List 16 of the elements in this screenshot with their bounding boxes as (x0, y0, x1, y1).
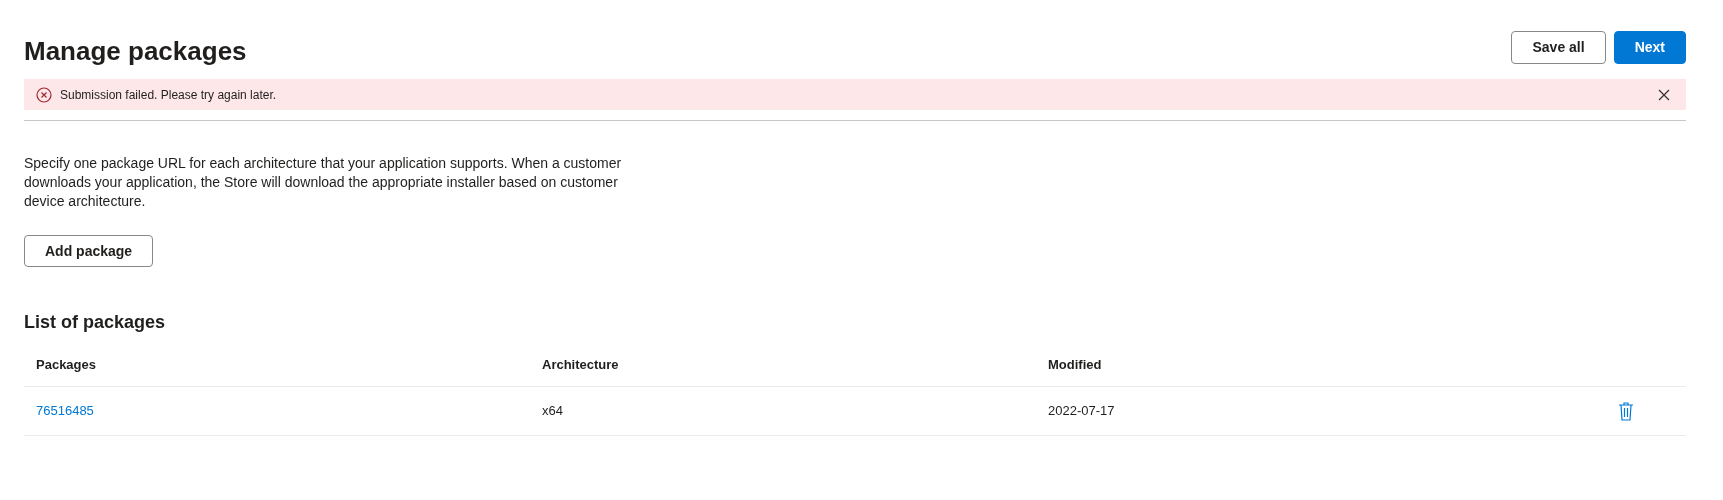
column-header[interactable]: Architecture (542, 355, 619, 375)
description-text: Specify one package URL for each architecture that your application supports. When a customer downloads your application, the Store will download the appropriate installer based on customer device architecture. (24, 154, 623, 211)
close-icon (1658, 88, 1670, 101)
trash-icon (1618, 401, 1634, 421)
column-header[interactable]: Modified (1048, 355, 1102, 375)
add-package-button[interactable]: Add package (24, 235, 154, 267)
table-cell-text: x64 (542, 402, 563, 421)
page-title: Manage packages (24, 35, 247, 68)
section-title: List of packages (24, 311, 167, 334)
package-link[interactable]: 76516485 (36, 401, 94, 421)
next-button[interactable]: Next (1613, 31, 1686, 64)
table-cell-text: 2022-07-17 (1048, 402, 1115, 421)
save-all-button[interactable]: Save all (1511, 31, 1606, 64)
error-message: Submission failed. Please try again later. (60, 86, 277, 104)
column-header[interactable]: Packages (36, 355, 96, 375)
error-icon (36, 86, 52, 103)
